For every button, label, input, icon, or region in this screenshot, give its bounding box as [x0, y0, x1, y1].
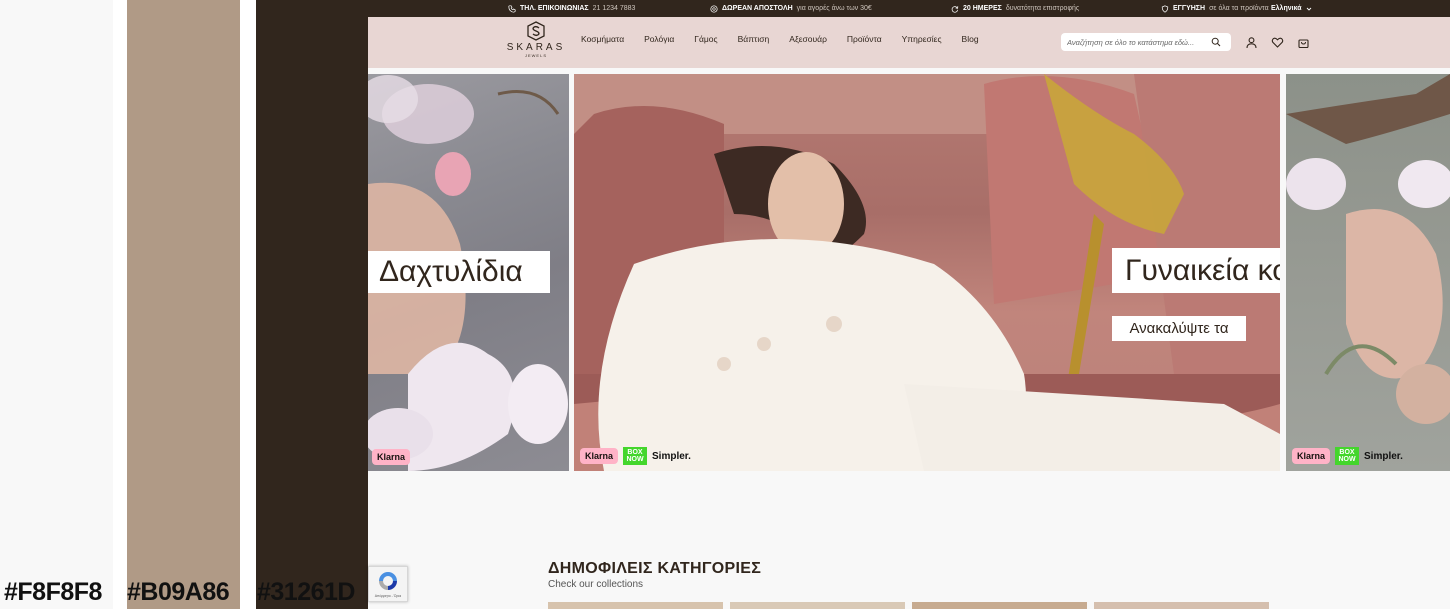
discover-button[interactable]: Ανακαλύψτε τα — [1112, 316, 1246, 341]
warranty-info: ΕΓΓΥΗΣΗ σε όλα τα προϊόντα — [1161, 0, 1269, 17]
hero-slide-next[interactable]: Klarna BOX NOW Simpler. — [1286, 74, 1450, 471]
popular-categories-title: ΔΗΜΟΦΙΛΕΙΣ ΚΑΤΗΓΟΡΙΕΣ — [548, 560, 762, 577]
palette-label-dark: #31261D — [257, 578, 355, 606]
recaptcha-text: Απόρρητο - Όροι — [374, 594, 402, 598]
hero-main-title: Γυναικεία κοσμήματα — [1112, 248, 1280, 293]
logo-text: SKARAS — [506, 42, 566, 53]
boxnow-badge: BOX NOW — [623, 447, 648, 465]
popular-categories-subtitle: Check our collections — [548, 579, 644, 590]
boxnow-line2: NOW — [626, 456, 644, 463]
warranty-rest: σε όλα τα προϊόντα — [1209, 5, 1269, 12]
recaptcha-badge[interactable]: Απόρρητο - Όροι — [368, 566, 408, 602]
simpler-badge: Simpler. — [1364, 450, 1403, 462]
boxnow-line1: BOX — [1339, 449, 1355, 456]
logo-mark-icon — [527, 21, 545, 41]
hero-rings-title: Δαχτυλίδια — [368, 251, 550, 293]
warranty-bold: ΕΓΓΥΗΣΗ — [1173, 5, 1206, 12]
recaptcha-icon — [379, 572, 397, 590]
hero-slide-rings[interactable]: Δαχτυλίδια Klarna — [368, 74, 569, 471]
language-label: Ελληνικά — [1271, 5, 1302, 12]
payment-badges-right: Klarna BOX NOW Simpler. — [1292, 447, 1403, 465]
main-nav: Κοσμήματα Ρολόγια Γάμος Βάπτιση Αξεσουάρ… — [581, 34, 999, 44]
hero-slide-women-jewelry[interactable]: Γυναικεία κοσμήματα Ανακαλύψτε τα Klarna… — [574, 74, 1280, 471]
contact-phone: 21 1234 7883 — [592, 5, 636, 12]
boxnow-badge: BOX NOW — [1335, 447, 1360, 465]
category-card[interactable] — [730, 602, 905, 609]
palette-swatch-taupe — [127, 0, 240, 609]
refresh-icon — [951, 5, 959, 13]
palette-swatch-light — [0, 0, 113, 609]
logo-subtext: JEWELS — [524, 53, 547, 58]
boxnow-line2: NOW — [1338, 456, 1356, 463]
search-input[interactable] — [1067, 37, 1211, 47]
category-card[interactable] — [1094, 602, 1269, 609]
nav-item-watches[interactable]: Ρολόγια — [644, 34, 674, 44]
language-selector[interactable]: Ελληνικά — [1271, 0, 1312, 17]
heart-icon[interactable] — [1271, 36, 1284, 49]
hero-carousel[interactable]: Δαχτυλίδια Klarna Γυναικεία κ Ανακαλύψτε… — [368, 74, 1450, 471]
klarna-badge: Klarna — [580, 448, 619, 464]
screenshot-root: #F8F8F8 #B09A86 #31261D ΤΗΛ. ΕΠΙΚΟΙΝΩΝΙΑ… — [0, 0, 1450, 609]
shopping-bag-icon[interactable] — [1297, 36, 1310, 49]
payment-badges-left: Klarna — [372, 449, 411, 465]
category-card[interactable] — [912, 602, 1087, 609]
shield-icon — [1161, 4, 1169, 13]
simpler-badge: Simpler. — [652, 450, 691, 462]
free-shipping-info: ΔΩΡΕΑΝ ΑΠΟΣΤΟΛΗ για αγορές άνω των 30€ — [710, 0, 872, 17]
returns-bold: 20 ΗΜΕΡΕΣ — [963, 5, 1002, 12]
shipping-bold: ΔΩΡΕΑΝ ΑΠΟΣΤΟΛΗ — [722, 5, 793, 12]
hero-next-image — [1286, 74, 1450, 424]
nav-item-baptism[interactable]: Βάπτιση — [738, 34, 770, 44]
returns-rest: δυνατότητα επιστροφής — [1005, 5, 1080, 12]
nav-item-products[interactable]: Προϊόντα — [847, 34, 882, 44]
box-icon — [710, 4, 718, 13]
search-icon[interactable] — [1211, 37, 1221, 47]
payment-badges-main: Klarna BOX NOW Simpler. — [580, 447, 691, 465]
category-card[interactable] — [548, 602, 723, 609]
klarna-badge: Klarna — [1292, 448, 1331, 464]
boxnow-line1: BOX — [627, 449, 643, 456]
shipping-rest: για αγορές άνω των 30€ — [796, 5, 872, 12]
contact-info[interactable]: ΤΗΛ. ΕΠΙΚΟΙΝΩΝΙΑΣ 21 1234 7883 — [508, 0, 635, 17]
announcement-bar: ΤΗΛ. ΕΠΙΚΟΙΝΩΝΙΑΣ 21 1234 7883 ΔΩΡΕΑΝ ΑΠ… — [368, 0, 1450, 17]
palette-label-taupe: #B09A86 — [127, 578, 230, 606]
klarna-badge: Klarna — [372, 449, 411, 465]
returns-info: 20 ΗΜΕΡΕΣ δυνατότητα επιστροφής — [951, 0, 1079, 17]
nav-item-jewelry[interactable]: Κοσμήματα — [581, 34, 624, 44]
logo[interactable]: SKARAS JEWELS — [506, 21, 566, 65]
chevron-down-icon — [1306, 7, 1311, 11]
nav-item-services[interactable]: Υπηρεσίες — [902, 34, 942, 44]
palette-swatch-dark — [256, 0, 368, 609]
contact-label: ΤΗΛ. ΕΠΙΚΟΙΝΩΝΙΑΣ — [520, 5, 589, 12]
phone-icon — [508, 4, 516, 13]
website: ΤΗΛ. ΕΠΙΚΟΙΝΩΝΙΑΣ 21 1234 7883 ΔΩΡΕΑΝ ΑΠ… — [368, 0, 1450, 609]
palette-label-light: #F8F8F8 — [4, 578, 102, 606]
search-bar — [1061, 33, 1231, 51]
nav-item-blog[interactable]: Blog — [962, 34, 979, 44]
account-icon[interactable] — [1245, 36, 1258, 49]
nav-item-accessories[interactable]: Αξεσουάρ — [789, 34, 827, 44]
nav-item-wedding[interactable]: Γάμος — [694, 34, 717, 44]
site-header: SKARAS JEWELS Κοσμήματα Ρολόγια Γάμος Βά… — [368, 17, 1450, 68]
